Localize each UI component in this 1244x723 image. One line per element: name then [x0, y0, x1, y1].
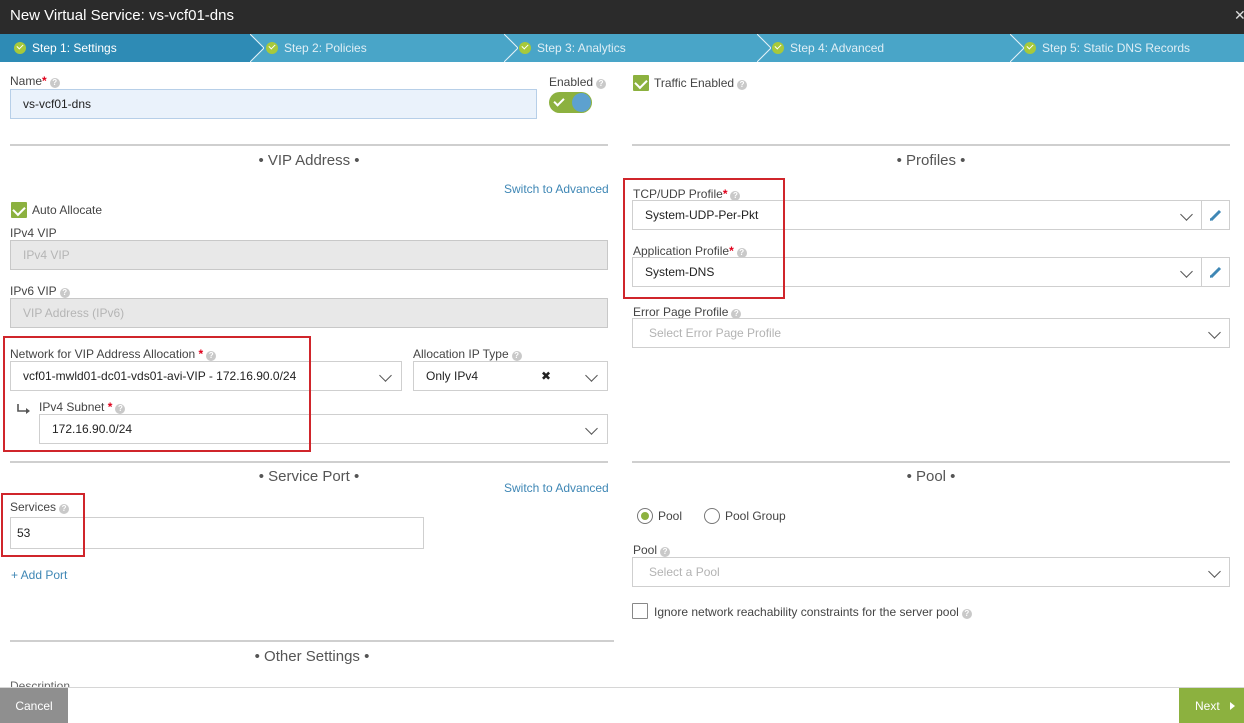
- ipv4-vip-label: IPv4 VIP: [10, 226, 57, 240]
- pool-label: Pool?: [633, 543, 671, 557]
- error-page-profile-label-text: Error Page Profile: [633, 305, 729, 319]
- step-label: Step 5: Static DNS Records: [1042, 41, 1191, 55]
- chevron-down-icon: [1180, 208, 1193, 221]
- step-policies[interactable]: Step 2: Policies: [252, 34, 504, 62]
- service-switch-advanced-link[interactable]: Switch to Advanced: [504, 481, 609, 495]
- auto-allocate-checkbox[interactable]: [11, 202, 27, 218]
- step-label: Step 2: Policies: [284, 41, 367, 55]
- clear-icon[interactable]: ✖: [541, 362, 551, 390]
- ipv6-vip-placeholder: VIP Address (IPv6): [23, 306, 125, 320]
- check-circle-icon: [519, 42, 531, 54]
- close-icon[interactable]: ✕: [1234, 7, 1244, 24]
- enabled-label: Enabled?: [549, 75, 607, 89]
- allocation-type-label: Allocation IP Type?: [413, 347, 522, 361]
- ignore-reachability-checkbox[interactable]: [632, 603, 648, 619]
- ipv6-vip-label: IPv6 VIP?: [10, 284, 70, 298]
- check-circle-icon: [772, 42, 784, 54]
- chevron-down-icon: [1180, 265, 1193, 278]
- window-title: New Virtual Service: vs-vcf01-dns: [10, 7, 234, 24]
- profiles-section-title: • Profiles •: [896, 152, 966, 169]
- help-icon[interactable]: ?: [511, 351, 522, 361]
- check-circle-icon: [1024, 42, 1036, 54]
- section-divider: [10, 461, 608, 463]
- error-page-profile-select[interactable]: Select Error Page Profile: [632, 318, 1230, 348]
- check-circle-icon: [14, 42, 26, 54]
- ipv4-vip-placeholder: IPv4 VIP: [23, 248, 70, 262]
- step-static-dns[interactable]: Step 5: Static DNS Records: [1010, 34, 1244, 62]
- section-divider: [632, 144, 1230, 146]
- step-settings[interactable]: Step 1: Settings: [0, 34, 250, 62]
- vip-switch-advanced-link[interactable]: Switch to Advanced: [504, 182, 609, 196]
- pool-select[interactable]: Select a Pool: [632, 557, 1230, 587]
- cancel-button[interactable]: Cancel: [0, 688, 68, 723]
- chevron-down-icon: [585, 369, 598, 382]
- step-label: Step 3: Analytics: [537, 41, 626, 55]
- toggle-knob: [572, 93, 591, 112]
- pool-radio-label: Pool: [658, 509, 683, 523]
- chevron-down-icon: [1208, 326, 1221, 339]
- pool-label-text: Pool: [633, 543, 658, 557]
- ipv6-vip-input[interactable]: VIP Address (IPv6): [10, 298, 608, 328]
- help-icon[interactable]: ?: [660, 547, 671, 557]
- window-titlebar: New Virtual Service: vs-vcf01-dns ✕: [0, 0, 1244, 34]
- pool-group-radio[interactable]: [704, 508, 720, 524]
- enabled-toggle[interactable]: [549, 92, 592, 113]
- pool-section-title: • Pool •: [906, 468, 956, 485]
- allocation-type-value: Only IPv4: [426, 369, 479, 383]
- allocation-type-label-text: Allocation IP Type: [413, 347, 509, 361]
- error-page-profile-label: Error Page Profile?: [633, 305, 742, 319]
- enabled-label-text: Enabled: [549, 75, 594, 89]
- auto-allocate-label: Auto Allocate: [32, 203, 103, 217]
- help-icon[interactable]: ?: [49, 78, 60, 88]
- pool-radio[interactable]: [637, 508, 653, 524]
- required-marker: *: [42, 74, 47, 88]
- step-analytics[interactable]: Step 3: Analytics: [505, 34, 757, 62]
- highlight-profiles-box: [623, 178, 785, 299]
- allocation-type-select[interactable]: Only IPv4 ✖: [413, 361, 608, 391]
- name-value: vs-vcf01-dns: [23, 97, 92, 111]
- ignore-reachability-label: Ignore network reachability constraints …: [654, 605, 972, 619]
- traffic-enabled-text: Traffic Enabled: [654, 76, 735, 90]
- caret-right-icon: [1230, 702, 1235, 710]
- check-circle-icon: [266, 42, 278, 54]
- chevron-down-icon: [379, 369, 392, 382]
- chevron-down-icon: [585, 422, 598, 435]
- step-label: Step 1: Settings: [32, 41, 117, 55]
- section-divider: [632, 461, 1230, 463]
- name-input[interactable]: vs-vcf01-dns: [10, 89, 537, 119]
- step-label: Step 4: Advanced: [790, 41, 885, 55]
- check-icon: [553, 95, 565, 107]
- section-divider: [10, 144, 608, 146]
- name-label: Name*?: [10, 74, 60, 88]
- name-label-text: Name: [10, 74, 43, 88]
- ipv4-vip-input[interactable]: IPv4 VIP: [10, 240, 608, 270]
- traffic-enabled-checkbox[interactable]: [633, 75, 649, 91]
- wizard-steps: Step 1: Settings Step 2: Policies Step 3…: [0, 34, 1244, 62]
- next-button[interactable]: Next: [1179, 688, 1244, 723]
- pool-placeholder: Select a Pool: [649, 565, 720, 579]
- error-page-profile-placeholder: Select Error Page Profile: [649, 326, 782, 340]
- edit-pencil-icon[interactable]: [1201, 258, 1229, 286]
- next-label: Next: [1195, 699, 1220, 713]
- other-settings-section-title: • Other Settings •: [254, 648, 370, 665]
- chevron-down-icon: [1208, 565, 1221, 578]
- help-icon[interactable]: ?: [596, 79, 607, 89]
- help-icon[interactable]: ?: [59, 288, 70, 298]
- help-icon[interactable]: ?: [737, 80, 748, 90]
- edit-pencil-icon[interactable]: [1201, 201, 1229, 229]
- highlight-services-box: [1, 493, 85, 557]
- ipv6-vip-label-text: IPv6 VIP: [10, 284, 57, 298]
- add-port-link[interactable]: + Add Port: [11, 568, 67, 582]
- highlight-network-box: [3, 336, 311, 452]
- ignore-reachability-text: Ignore network reachability constraints …: [654, 605, 959, 619]
- traffic-enabled-label: Traffic Enabled?: [654, 76, 748, 90]
- section-divider: [10, 640, 614, 642]
- vip-section-title: • VIP Address •: [258, 152, 360, 169]
- footer-bar: Cancel Next: [0, 687, 1244, 723]
- help-icon[interactable]: ?: [961, 609, 972, 619]
- step-advanced[interactable]: Step 4: Advanced: [758, 34, 1010, 62]
- pool-group-radio-label: Pool Group: [725, 509, 786, 523]
